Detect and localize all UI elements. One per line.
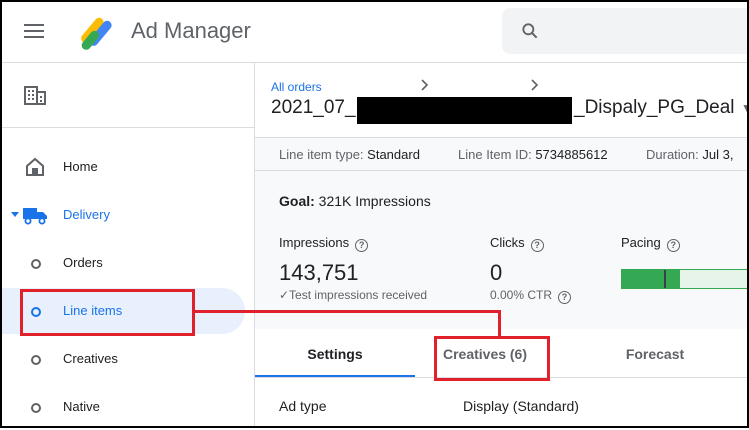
caret-down-icon <box>11 212 19 217</box>
help-icon[interactable]: ? <box>666 239 680 252</box>
sidebar-item-label: Orders <box>63 255 103 270</box>
clicks-label: Clicks? <box>490 235 544 252</box>
tab-settings[interactable]: Settings <box>255 331 415 377</box>
chevron-right-icon <box>421 79 429 91</box>
sidebar-item-native[interactable]: Native <box>0 384 245 430</box>
impressions-label: Impressions? <box>279 235 369 252</box>
impressions-note: ✓Test impressions received <box>279 288 428 302</box>
impressions-value: 143,751 <box>279 260 359 285</box>
redaction-block <box>357 97 572 124</box>
sidebar-item-home[interactable]: Home <box>0 144 245 190</box>
pacing-fill <box>622 270 680 288</box>
page-title: 2021_07_ <box>271 97 356 118</box>
chevron-right-icon <box>531 79 539 91</box>
help-icon[interactable]: ? <box>355 239 369 252</box>
app-title: Ad Manager <box>131 18 251 43</box>
building-icon[interactable] <box>24 85 46 105</box>
sidebar-item-label: Creatives <box>63 351 118 366</box>
dropdown-arrow-icon[interactable]: ▼ <box>741 101 749 115</box>
highlight-connector <box>498 310 501 337</box>
circle-icon <box>31 403 41 413</box>
sidebar-item-label: Delivery <box>63 207 110 222</box>
ctr-value: 0.00% CTR? <box>490 288 572 304</box>
clicks-value: 0 <box>490 260 503 285</box>
highlight-box-line-items <box>20 289 195 336</box>
sidebar-item-creatives[interactable]: Creatives <box>0 336 245 382</box>
sidebar-item-orders[interactable]: Orders <box>0 240 245 286</box>
highlight-box-creatives-tab <box>434 336 550 381</box>
top-app-bar: Ad Manager <box>0 0 749 63</box>
line-item-type: Line item type: Standard <box>279 147 420 162</box>
pacing-bar <box>621 269 749 289</box>
tab-forecast[interactable]: Forecast <box>585 331 725 377</box>
help-icon[interactable]: ? <box>530 239 544 252</box>
line-item-meta: Line item type: Standard Line Item ID: 5… <box>255 137 749 171</box>
stats-panel: Goal: 321K Impressions Impressions? 143,… <box>255 171 749 329</box>
home-icon <box>26 157 44 176</box>
ad-type-label: Ad type <box>279 398 327 414</box>
hamburger-menu-icon[interactable] <box>24 24 44 38</box>
sidebar-item-label: Native <box>63 399 100 414</box>
breadcrumb-all-orders[interactable]: All orders <box>271 80 322 94</box>
sidebar-divider <box>0 127 254 128</box>
sidebar: Home Delivery Orders Line items Creative… <box>0 63 255 428</box>
search-input[interactable] <box>502 8 749 54</box>
highlight-connector <box>195 310 501 313</box>
ad-manager-logo <box>81 17 112 50</box>
sidebar-item-delivery[interactable]: Delivery <box>0 192 245 238</box>
page-title-suffix: _Dispaly_PG_Deal <box>574 97 735 118</box>
circle-icon <box>31 355 41 365</box>
circle-icon <box>31 259 41 269</box>
goal: Goal: 321K Impressions <box>279 193 431 209</box>
pacing-marker <box>664 270 666 288</box>
ad-type-value: Display (Standard) <box>463 398 579 414</box>
search-icon[interactable] <box>520 21 540 41</box>
help-icon[interactable]: ? <box>558 291 572 304</box>
truck-icon <box>23 208 47 225</box>
line-item-id: Line Item ID: 5734885612 <box>458 147 608 162</box>
pacing-label: Pacing? <box>621 235 680 252</box>
sidebar-item-label: Home <box>63 159 98 174</box>
line-item-duration: Duration: Jul 3, <box>646 147 734 162</box>
